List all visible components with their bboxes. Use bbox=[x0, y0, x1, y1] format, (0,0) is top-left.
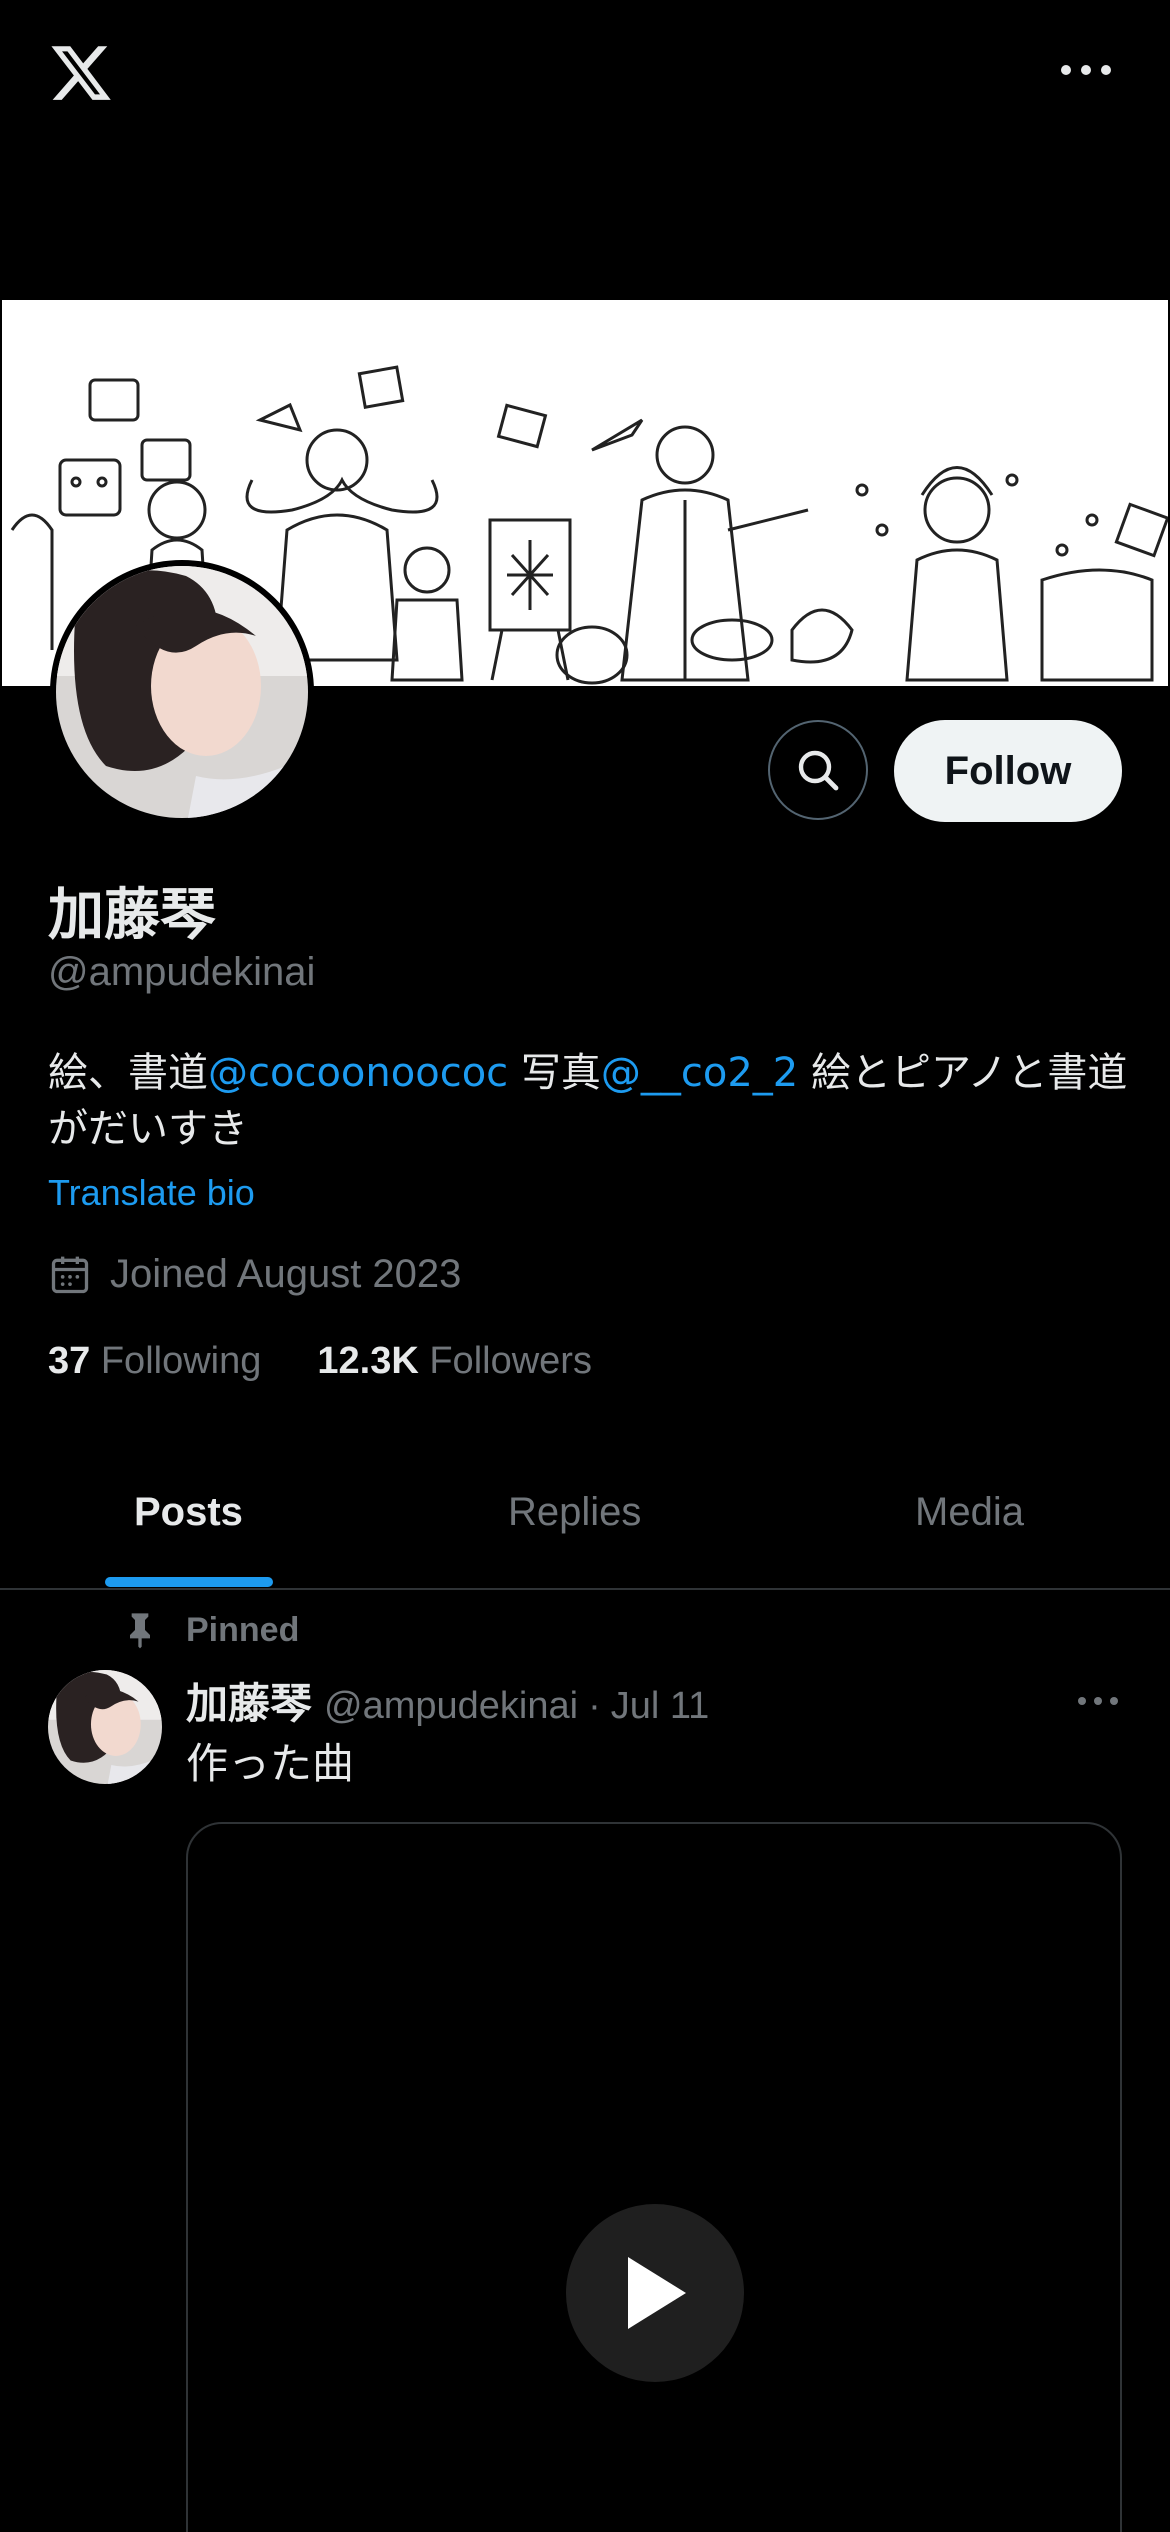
bio-mention-link[interactable]: @__co2_2 bbox=[601, 1050, 798, 1096]
search-icon bbox=[798, 750, 839, 791]
following-count: 37 bbox=[48, 1340, 91, 1382]
search-button[interactable] bbox=[768, 720, 868, 820]
more-horizontal-icon[interactable] bbox=[1056, 55, 1116, 85]
following-stat[interactable]: 37 Following bbox=[48, 1340, 261, 1383]
profile-avatar[interactable] bbox=[50, 560, 314, 824]
tab-media[interactable]: Media bbox=[915, 1490, 1024, 1535]
post-date[interactable]: Jul 11 bbox=[611, 1685, 710, 1728]
profile-bio: 絵、書道@cocoonoococ 写真@__co2_2 絵とピアノと書道がだいす… bbox=[48, 1045, 1128, 1157]
pinned-label: Pinned bbox=[120, 1610, 299, 1650]
post-more-icon[interactable] bbox=[1076, 1690, 1120, 1712]
post-author-name[interactable]: 加藤琴 bbox=[186, 1670, 312, 1731]
active-tab-indicator bbox=[105, 1577, 273, 1587]
avatar-photo bbox=[48, 1670, 162, 1784]
followers-count: 12.3K bbox=[317, 1340, 419, 1382]
post-meta-separator: · bbox=[588, 1685, 601, 1727]
pinned-text: Pinned bbox=[186, 1610, 300, 1649]
tab-replies[interactable]: Replies bbox=[508, 1490, 641, 1535]
followers-label: Followers bbox=[429, 1340, 592, 1382]
post-author-avatar[interactable] bbox=[48, 1670, 162, 1784]
avatar-photo bbox=[56, 566, 308, 818]
display-name: 加藤琴 bbox=[48, 883, 216, 948]
pin-icon bbox=[130, 1613, 150, 1649]
calendar-icon bbox=[51, 1256, 89, 1293]
follow-button[interactable]: Follow bbox=[894, 720, 1122, 822]
profile-tabs: Posts Replies Media bbox=[0, 1460, 1170, 1590]
bio-text: 絵、書道 bbox=[48, 1050, 208, 1096]
translate-bio-link[interactable]: Translate bio bbox=[48, 1172, 255, 1214]
post-header: 加藤琴 @ampudekinai · Jul 11 bbox=[186, 1670, 709, 1731]
post-video-media[interactable] bbox=[186, 1822, 1122, 2532]
top-bar bbox=[0, 0, 1170, 300]
play-icon bbox=[628, 2257, 686, 2329]
post-text: 作った曲 bbox=[186, 1739, 355, 1788]
user-handle: @ampudekinai bbox=[48, 950, 316, 994]
follow-stats: 37 Following 12.3K Followers bbox=[48, 1340, 648, 1383]
bio-mention-link[interactable]: @cocoonoococ bbox=[208, 1050, 508, 1096]
profile-screen: Follow 加藤琴 @ampudekinai 絵、書道@cocoonoococ… bbox=[0, 0, 1170, 2532]
joined-date: Joined August 2023 bbox=[48, 1252, 461, 1297]
post-author-handle[interactable]: @ampudekinai bbox=[324, 1685, 578, 1728]
bio-text: 写真 bbox=[508, 1050, 601, 1096]
x-logo-icon[interactable] bbox=[48, 40, 114, 106]
following-label: Following bbox=[100, 1340, 262, 1382]
followers-stat[interactable]: 12.3K Followers bbox=[317, 1340, 592, 1383]
play-button[interactable] bbox=[566, 2204, 744, 2382]
tab-posts[interactable]: Posts bbox=[134, 1490, 243, 1535]
joined-text: Joined August 2023 bbox=[110, 1252, 462, 1296]
